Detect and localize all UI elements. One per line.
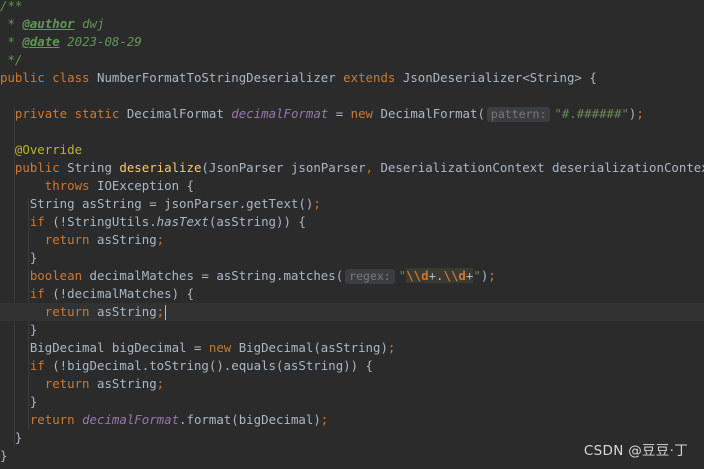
code-token: new: [350, 106, 381, 121]
code-token: deserialize: [119, 160, 202, 175]
code-token: "#.######": [554, 106, 629, 121]
code-token: ;: [488, 268, 496, 283]
code-token: NumberFormatToStringDeserializer: [96, 70, 344, 85]
parameter-hint: regex:: [345, 269, 395, 284]
code-token: ": [473, 268, 481, 283]
code-token: ;: [156, 232, 165, 247]
code-line[interactable]: /**: [0, 0, 22, 15]
code-token: private static: [0, 106, 127, 121]
code-token: ;: [387, 340, 396, 355]
code-token: asString: [96, 376, 157, 391]
code-token: @Override: [0, 142, 83, 157]
code-line[interactable]: * @author dwj: [0, 15, 104, 33]
code-token: if: [0, 286, 53, 301]
code-token: DecimalFormat: [126, 106, 232, 121]
code-line[interactable]: return asString;: [0, 303, 704, 321]
code-token: DeserializationContext deserializationCo…: [380, 160, 704, 175]
code-token: =: [328, 106, 351, 121]
code-token: ,: [365, 160, 381, 175]
code-token: @author: [22, 16, 75, 31]
code-line[interactable]: return asString;: [0, 375, 164, 393]
code-line[interactable]: }: [0, 447, 7, 465]
code-token: *: [0, 16, 23, 31]
code-token: (!bigDecimal.toString().equals(asString)…: [52, 358, 373, 373]
code-token: }: [0, 250, 38, 265]
code-token: dwj: [74, 16, 105, 31]
code-token: (!StringUtils.: [52, 214, 157, 229]
code-line[interactable]: }: [0, 249, 37, 267]
code-line[interactable]: public class NumberFormatToStringDeseria…: [0, 69, 597, 87]
regex-token: +.: [428, 268, 444, 283]
code-line[interactable]: * @date 2023-08-29: [0, 33, 142, 51]
text-caret: [165, 305, 167, 320]
code-token: (asString)) {: [208, 214, 306, 229]
code-line[interactable]: String asString = jsonParser.getText();: [0, 195, 321, 213]
csdn-watermark: CSDN @豆豆·丁: [583, 443, 688, 459]
code-line[interactable]: private static DecimalFormat decimalForm…: [0, 105, 644, 123]
code-token: (!decimalMatches) {: [52, 286, 194, 301]
code-line[interactable]: if (!StringUtils.hasText(asString)) {: [0, 213, 306, 231]
code-line[interactable]: if (!decimalMatches) {: [0, 285, 194, 303]
code-token: String asString = jsonParser.getText(): [0, 196, 314, 211]
regex-token: \\d: [443, 268, 466, 283]
code-line[interactable]: public String deserialize(JsonParser jso…: [0, 159, 704, 177]
code-line[interactable]: }: [0, 321, 37, 339]
code-line[interactable]: return decimalFormat.format(bigDecimal);: [0, 411, 328, 429]
code-token: ;: [156, 376, 165, 391]
code-token: ;: [156, 304, 165, 319]
code-token: ;: [636, 106, 644, 121]
code-token: }: [0, 394, 38, 409]
code-token: public class: [0, 70, 97, 85]
regex-token: \\d: [406, 268, 429, 283]
code-token: }: [0, 448, 8, 463]
code-token: *: [0, 34, 23, 49]
code-token: if: [0, 358, 53, 373]
code-token: return: [0, 412, 83, 427]
code-token: throws: [0, 178, 97, 193]
code-line[interactable]: boolean decimalMatches = asString.matche…: [0, 267, 496, 285]
code-token: .format(bigDecimal): [179, 412, 321, 427]
code-token: DecimalFormat(: [380, 106, 485, 121]
code-token: asString: [96, 304, 157, 319]
code-token: BigDecimal bigDecimal =: [0, 340, 209, 355]
code-token: (JsonParser jsonParser: [201, 160, 366, 175]
code-token: IOException {: [96, 178, 194, 193]
code-token: ;: [320, 412, 329, 427]
code-token: hasText: [156, 214, 209, 229]
code-token: public: [0, 160, 68, 175]
code-token: JsonDeserializer<String> {: [402, 70, 597, 85]
code-token: }: [0, 322, 38, 337]
code-token: String: [67, 160, 120, 175]
code-token: extends: [343, 70, 403, 85]
code-line[interactable]: @Override: [0, 141, 82, 159]
code-token: return: [0, 304, 97, 319]
code-line[interactable]: }: [0, 429, 22, 447]
code-line[interactable]: throws IOException {: [0, 177, 194, 195]
code-token: }: [0, 430, 23, 445]
code-token: new: [208, 340, 239, 355]
code-line[interactable]: }: [0, 393, 37, 411]
code-token: return: [0, 232, 97, 247]
code-token: @date: [22, 34, 60, 49]
code-token: BigDecimal(asString): [238, 340, 388, 355]
code-line[interactable]: BigDecimal bigDecimal = new BigDecimal(a…: [0, 339, 396, 357]
code-token: asString: [96, 232, 157, 247]
code-line[interactable]: */: [0, 51, 22, 69]
code-token: decimalMatches = asString.matches(: [89, 268, 344, 283]
code-line[interactable]: return asString;: [0, 231, 164, 249]
code-token: 2023-08-29: [59, 34, 142, 49]
code-editor[interactable]: /** * @author dwj * @date 2023-08-29 */ p…: [0, 0, 704, 469]
code-token: decimalFormat: [82, 412, 180, 427]
code-token: if: [0, 214, 53, 229]
parameter-hint: pattern:: [486, 107, 551, 122]
code-token: boolean: [0, 268, 90, 283]
code-token: /**: [0, 0, 23, 13]
code-token: */: [0, 52, 23, 67]
code-line[interactable]: if (!bigDecimal.toString().equals(asStri…: [0, 357, 373, 375]
regex-literal: \\d+.\\d+: [406, 268, 474, 283]
code-token: return: [0, 376, 97, 391]
code-token: decimalFormat: [231, 106, 329, 121]
code-token: ;: [313, 196, 321, 211]
